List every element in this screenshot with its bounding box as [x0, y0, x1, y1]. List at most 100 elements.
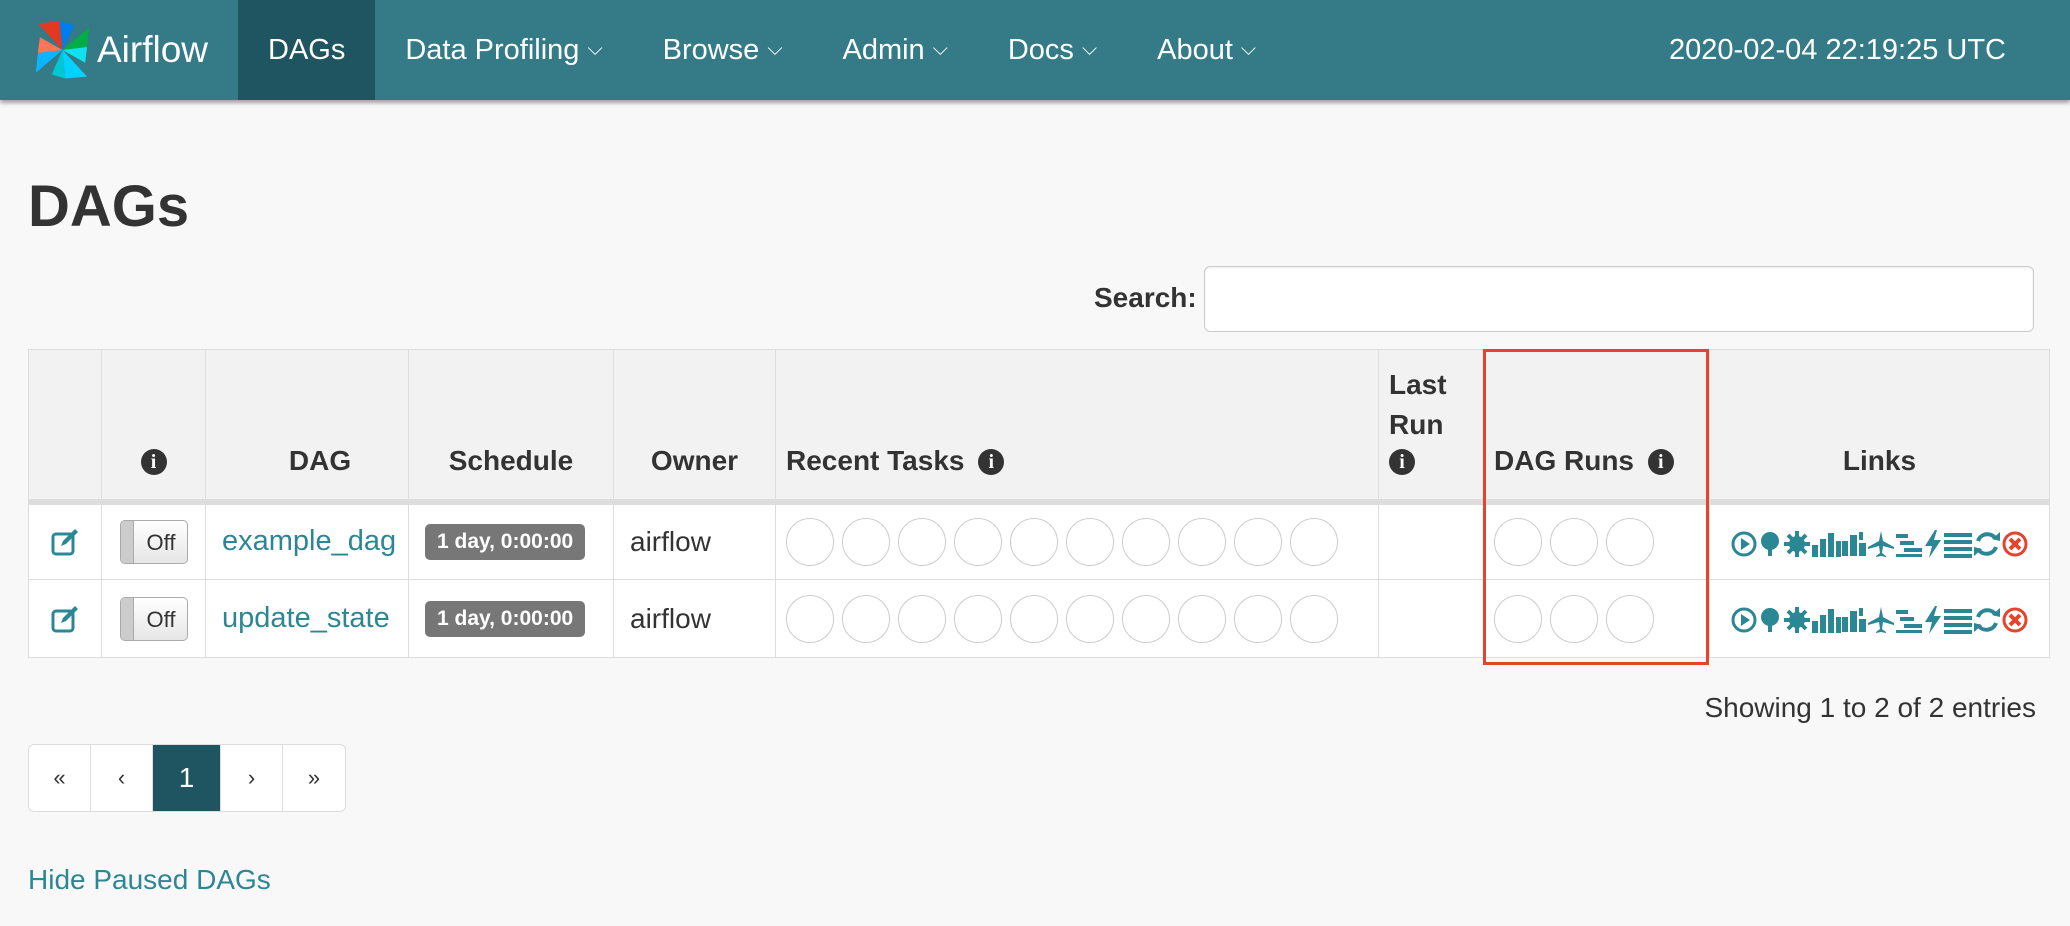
last-run-cell	[1378, 579, 1484, 658]
last-run-cell	[1378, 501, 1484, 580]
refresh-icon[interactable]	[1973, 526, 2001, 559]
table-row: Off example_dag 1 day, 0:00:00 airflow	[28, 501, 2050, 580]
trigger-dag-icon[interactable]	[1731, 603, 1757, 636]
header-dag[interactable]: DAG	[205, 349, 409, 505]
nav-dags-label: DAGs	[268, 33, 346, 66]
status-circle[interactable]	[1290, 594, 1338, 643]
status-circle[interactable]	[1178, 594, 1226, 643]
status-circle[interactable]	[842, 517, 890, 566]
header-dag-runs-label: DAG Runs	[1494, 444, 1634, 476]
brand-name: Airflow	[96, 29, 208, 70]
status-circle[interactable]	[786, 517, 834, 566]
status-circle[interactable]	[1010, 517, 1058, 566]
nav-browse[interactable]: Browse ⌵	[633, 0, 813, 100]
page-current-button[interactable]: 1	[153, 745, 221, 811]
airflow-pinwheel-icon	[35, 21, 90, 79]
task-tries-icon[interactable]	[1841, 526, 1867, 559]
status-circle[interactable]	[1606, 517, 1654, 566]
status-circle[interactable]	[1606, 594, 1654, 643]
task-duration-icon[interactable]	[1811, 526, 1841, 559]
page-first-button[interactable]: «	[29, 745, 91, 811]
schedule-badge[interactable]: 1 day, 0:00:00	[425, 524, 586, 561]
pause-toggle[interactable]: Off	[119, 519, 188, 564]
recent-tasks-cell	[775, 501, 1379, 580]
hide-paused-dags-link[interactable]: Hide Paused DAGs	[28, 864, 271, 896]
schedule-badge[interactable]: 1 day, 0:00:00	[425, 601, 586, 637]
pause-toggle[interactable]: Off	[119, 596, 188, 641]
page-next-button[interactable]: ›	[221, 745, 283, 811]
delete-dag-icon[interactable]	[2001, 603, 2029, 636]
status-circle[interactable]	[842, 594, 890, 643]
task-tries-icon[interactable]	[1841, 603, 1867, 636]
landing-times-icon[interactable]	[1867, 526, 1895, 559]
nav-docs[interactable]: Docs ⌵	[978, 0, 1127, 100]
brand-logo-link[interactable]: Airflow	[0, 0, 208, 100]
edit-dag-button[interactable]	[28, 501, 102, 580]
tree-view-icon[interactable]	[1757, 603, 1783, 636]
status-circle[interactable]	[1550, 594, 1598, 643]
status-circle[interactable]	[954, 517, 1002, 566]
header-recent-tasks-label: Recent Tasks	[786, 444, 965, 476]
gantt-icon[interactable]	[1895, 603, 1923, 636]
header-schedule[interactable]: Schedule	[408, 349, 614, 505]
status-circle[interactable]	[898, 594, 946, 643]
status-circle[interactable]	[1494, 517, 1542, 566]
search-input[interactable]	[1204, 266, 2034, 332]
status-circle[interactable]	[1178, 517, 1226, 566]
nav-docs-label: Docs	[1007, 33, 1074, 66]
chevron-down-icon: ⌵	[587, 37, 603, 60]
dag-link[interactable]: update_state	[222, 602, 390, 634]
nav-dags[interactable]: DAGs	[238, 0, 376, 100]
dag-run-circles	[1494, 594, 1699, 643]
links-cell	[1709, 501, 2050, 580]
status-circle[interactable]	[1234, 594, 1282, 643]
tree-view-icon[interactable]	[1757, 526, 1783, 559]
nav-about[interactable]: About ⌵	[1127, 0, 1286, 100]
code-view-icon[interactable]	[1923, 603, 1943, 636]
status-circle[interactable]	[954, 594, 1002, 643]
nav-data-profiling-label: Data Profiling	[405, 33, 580, 66]
status-circle[interactable]	[1494, 594, 1542, 643]
status-circle[interactable]	[898, 517, 946, 566]
status-circle[interactable]	[1066, 517, 1114, 566]
info-icon[interactable]: i	[1647, 449, 1674, 476]
recent-task-circles	[786, 594, 1368, 643]
trigger-dag-icon[interactable]	[1731, 526, 1757, 559]
toggle-label: Off	[146, 606, 176, 632]
code-view-icon[interactable]	[1923, 526, 1943, 559]
dag-link[interactable]: example_dag	[222, 525, 396, 557]
task-duration-icon[interactable]	[1811, 603, 1841, 636]
logs-icon[interactable]	[1943, 603, 1973, 636]
table-header-row: i DAG Schedule Owner Recent Tasks i Last…	[28, 349, 2050, 505]
logs-icon[interactable]	[1943, 526, 1973, 559]
refresh-icon[interactable]	[1973, 603, 2001, 636]
dag-runs-cell	[1483, 579, 1710, 658]
info-icon[interactable]: i	[140, 449, 167, 476]
status-circle[interactable]	[1066, 594, 1114, 643]
page-last-button[interactable]: »	[283, 745, 345, 811]
page-prev-button[interactable]: ‹	[91, 745, 153, 811]
recent-tasks-cell	[775, 579, 1379, 658]
dag-cell: example_dag	[205, 501, 409, 580]
status-circle[interactable]	[1010, 594, 1058, 643]
landing-times-icon[interactable]	[1867, 603, 1895, 636]
info-icon[interactable]: i	[978, 449, 1005, 476]
edit-dag-button[interactable]	[28, 579, 102, 658]
delete-dag-icon[interactable]	[2001, 526, 2029, 559]
graph-view-icon[interactable]	[1783, 603, 1811, 636]
status-circle[interactable]	[1234, 517, 1282, 566]
status-circle[interactable]	[1122, 517, 1170, 566]
status-circle[interactable]	[786, 594, 834, 643]
pagination: « ‹ 1 › »	[28, 744, 346, 812]
nav-data-profiling[interactable]: Data Profiling ⌵	[375, 0, 632, 100]
entries-info: Showing 1 to 2 of 2 entries	[1704, 692, 2036, 723]
graph-view-icon[interactable]	[1783, 526, 1811, 559]
gantt-icon[interactable]	[1895, 526, 1923, 559]
status-circle[interactable]	[1290, 517, 1338, 566]
status-circle[interactable]	[1122, 594, 1170, 643]
nav-admin[interactable]: Admin ⌵	[812, 0, 977, 100]
status-circle[interactable]	[1550, 517, 1598, 566]
info-icon[interactable]: i	[1389, 449, 1415, 476]
chevron-down-icon: ⌵	[1081, 37, 1098, 60]
header-owner[interactable]: Owner	[613, 349, 776, 505]
